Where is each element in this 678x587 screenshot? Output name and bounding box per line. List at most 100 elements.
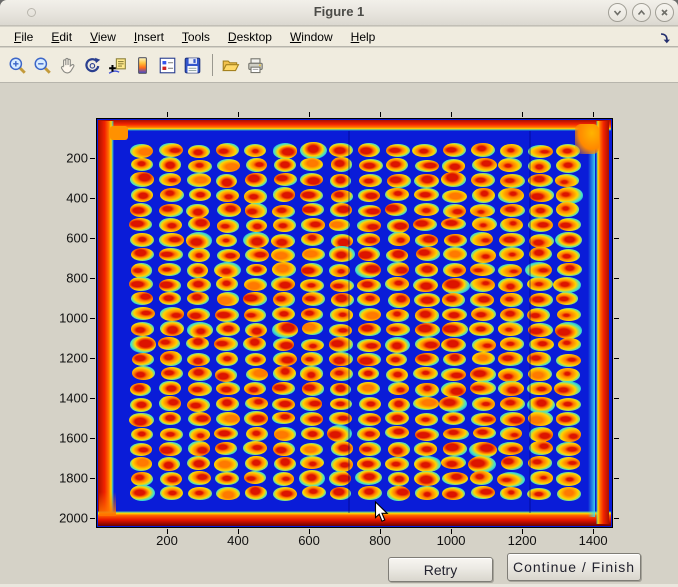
- menu-edit[interactable]: Edit: [49, 29, 74, 45]
- well-dot: [387, 486, 410, 501]
- well-dot: [132, 366, 156, 380]
- well-dot: [414, 471, 439, 486]
- maximize-button[interactable]: [632, 3, 651, 22]
- well-dot: [358, 205, 381, 218]
- menu-tools[interactable]: Tools: [180, 29, 212, 45]
- colorbar-button[interactable]: [131, 54, 153, 76]
- well-dot: [272, 412, 295, 425]
- close-button[interactable]: [655, 3, 674, 22]
- save-floppy-icon: [183, 56, 202, 75]
- well-dot: [386, 368, 408, 382]
- dock-figure-icon[interactable]: [659, 31, 671, 49]
- well-dot: [217, 292, 240, 306]
- well-dot: [529, 338, 554, 351]
- colorbar-icon: [133, 56, 152, 75]
- well-dot: [358, 247, 380, 262]
- well-dot: [160, 351, 182, 365]
- well-dot: [500, 427, 523, 440]
- save-button[interactable]: [181, 54, 203, 76]
- pan-button[interactable]: [56, 54, 78, 76]
- well-dot: [187, 322, 214, 338]
- retry-button[interactable]: Retry: [388, 557, 493, 582]
- well-dot: [273, 487, 297, 501]
- y-axis-tick: [614, 438, 619, 439]
- well-dot: [160, 321, 184, 336]
- well-dot: [357, 293, 380, 306]
- zoom-out-button[interactable]: [31, 54, 53, 76]
- y-axis-tick-label: 1800: [42, 470, 88, 485]
- plot-axes[interactable]: [96, 118, 613, 528]
- well-dot: [472, 158, 498, 172]
- well-dot: [272, 382, 295, 395]
- menu-insert[interactable]: Insert: [132, 29, 166, 45]
- well-dot: [472, 188, 495, 203]
- menu-file[interactable]: File: [12, 29, 35, 45]
- well-dot: [129, 218, 152, 231]
- data-cursor-button[interactable]: [106, 54, 128, 76]
- well-dot: [273, 472, 295, 486]
- well-dot: [130, 172, 154, 187]
- well-dot: [387, 262, 409, 276]
- well-dot: [243, 441, 267, 455]
- mouse-cursor-icon: [374, 501, 389, 528]
- well-dot: [556, 354, 581, 367]
- well-dot: [188, 471, 211, 485]
- menu-view[interactable]: View: [88, 29, 118, 45]
- well-dot: [189, 428, 211, 441]
- y-axis-tick: [90, 318, 95, 319]
- well-dot: [216, 143, 239, 157]
- well-dot: [129, 277, 153, 291]
- well-dots-layer: [97, 119, 612, 527]
- well-dot: [498, 188, 524, 203]
- well-dot: [244, 471, 266, 484]
- x-axis-tick: [593, 112, 594, 117]
- menu-window[interactable]: Window: [288, 29, 335, 45]
- well-dot: [246, 219, 268, 232]
- zoom-in-button[interactable]: [6, 54, 28, 76]
- well-dot: [160, 428, 182, 442]
- well-dot: [530, 471, 553, 484]
- well-dot: [500, 218, 523, 232]
- well-dot: [471, 486, 495, 500]
- y-axis-tick: [614, 518, 619, 519]
- well-dot: [215, 442, 237, 455]
- well-dot: [442, 278, 470, 294]
- well-dot: [273, 366, 296, 381]
- well-dot: [188, 145, 209, 158]
- menu-help[interactable]: Help: [349, 29, 378, 45]
- well-dot: [358, 143, 380, 158]
- well-dot: [529, 293, 553, 307]
- well-dot: [414, 293, 439, 307]
- well-dot: [386, 309, 409, 322]
- minimize-button[interactable]: [608, 3, 627, 22]
- well-dot: [385, 337, 411, 354]
- y-axis-tick-label: 1400: [42, 390, 88, 405]
- well-dot: [471, 413, 496, 426]
- well-dot: [159, 157, 181, 171]
- well-dot: [472, 397, 495, 411]
- well-dot: [301, 339, 324, 352]
- well-dot: [470, 367, 495, 381]
- open-folder-button[interactable]: [219, 54, 241, 76]
- continue-finish-button[interactable]: Continue / Finish: [507, 553, 641, 581]
- well-dot: [528, 218, 553, 232]
- well-dot: [556, 158, 581, 173]
- y-axis-tick: [614, 158, 619, 159]
- well-dot: [529, 247, 552, 261]
- well-dot: [439, 396, 467, 412]
- print-icon: [246, 56, 265, 75]
- well-dot: [528, 145, 553, 158]
- y-axis-tick: [90, 478, 95, 479]
- well-dot: [214, 262, 241, 278]
- well-dot: [216, 412, 240, 426]
- well-dot: [412, 144, 438, 158]
- well-dot: [329, 246, 356, 262]
- y-axis-tick-label: 200: [42, 150, 88, 165]
- menu-desktop[interactable]: Desktop: [226, 29, 274, 45]
- legend-button[interactable]: [156, 54, 178, 76]
- well-dot: [500, 144, 523, 158]
- rotate-3d-button[interactable]: [81, 54, 103, 76]
- well-dot: [471, 143, 495, 157]
- image-seam: [529, 131, 531, 513]
- print-button[interactable]: [244, 54, 266, 76]
